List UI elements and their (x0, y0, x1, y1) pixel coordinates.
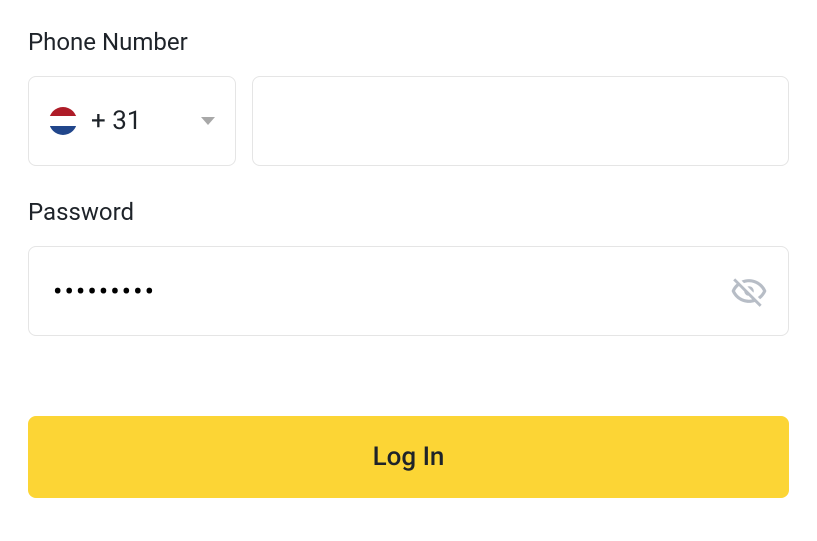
password-input[interactable] (29, 275, 730, 308)
chevron-down-icon (201, 117, 215, 125)
login-form: Phone Number + 31 Password (28, 28, 789, 498)
phone-number-label: Phone Number (28, 28, 789, 56)
netherlands-flag-icon (49, 107, 77, 135)
phone-number-group: Phone Number + 31 (28, 28, 789, 166)
toggle-password-visibility-button[interactable] (730, 272, 788, 310)
password-field-wrapper (28, 246, 789, 336)
country-code-selector[interactable]: + 31 (28, 76, 236, 166)
country-code-text: + 31 (91, 106, 187, 136)
phone-number-input[interactable] (252, 76, 789, 166)
eye-hidden-icon (730, 272, 768, 310)
phone-number-row: + 31 (28, 76, 789, 166)
login-button[interactable]: Log In (28, 416, 789, 498)
password-label: Password (28, 198, 789, 226)
password-group: Password (28, 198, 789, 336)
